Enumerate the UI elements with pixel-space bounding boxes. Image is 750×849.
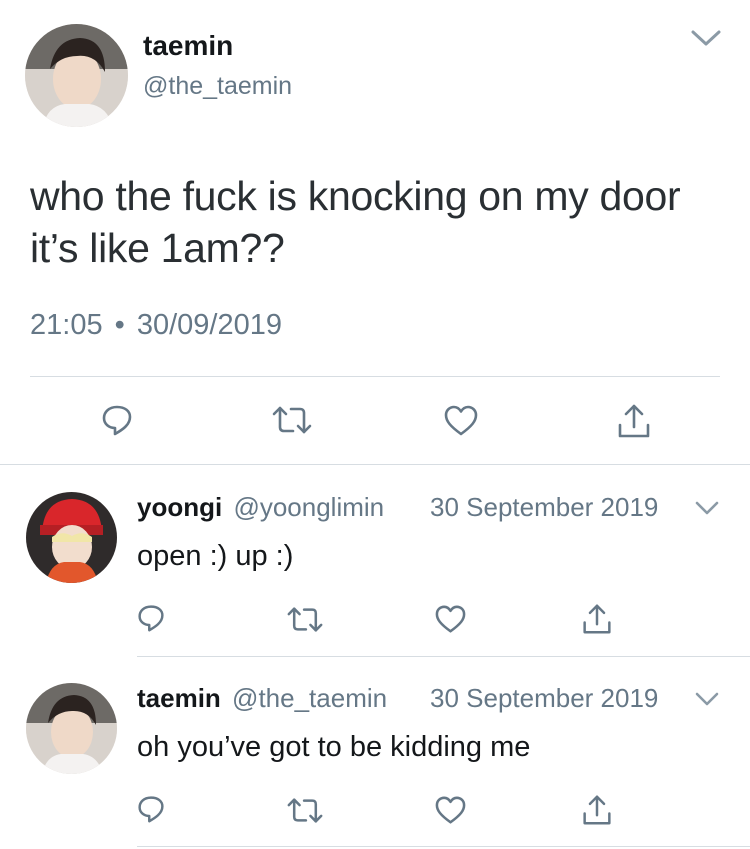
divider [0,464,750,465]
reply-text: oh you’ve got to be kidding me [137,731,531,763]
heart-icon[interactable] [435,796,466,825]
reply-date[interactable]: 30 September 2019 [430,683,658,714]
retweet-icon[interactable] [287,606,323,633]
tweet-timestamp: 21:05 • 30/09/2019 [30,309,282,342]
retweet-icon[interactable] [272,405,312,435]
reply-header: yoongi @yoonglimin [137,492,384,523]
heart-icon[interactable] [444,405,478,437]
avatar[interactable] [25,24,128,127]
author-name[interactable]: taemin [143,30,233,62]
chevron-down-icon[interactable] [694,500,720,516]
divider [137,656,750,657]
reply-author-name[interactable]: yoongi [137,492,222,522]
chevron-down-icon[interactable] [694,691,720,707]
tweet-text-line-2: it’s like 1am?? [30,225,285,271]
reply-date[interactable]: 30 September 2019 [430,492,658,523]
reply-icon[interactable] [101,404,133,436]
timestamp-separator: • [114,309,125,341]
retweet-icon[interactable] [287,797,323,824]
tweet-date: 30/09/2019 [136,309,283,341]
reply-icon[interactable] [137,604,165,632]
reply-author-handle[interactable]: @the_taemin [232,683,387,713]
reply-author-name[interactable]: taemin [137,683,221,713]
reply-author-handle[interactable]: @yoonglimin [233,492,384,522]
author-handle[interactable]: @the_taemin [143,72,292,101]
avatar-photo [26,492,117,583]
avatar-photo [25,24,128,127]
divider [137,846,750,847]
heart-icon[interactable] [435,605,466,634]
tweet-text-line-1: who the fuck is knocking on my door [30,173,681,219]
avatar[interactable] [26,492,117,583]
reply-icon[interactable] [137,795,165,823]
share-icon[interactable] [582,603,612,635]
avatar-photo [26,683,117,774]
reply-text: open :) up :) [137,540,294,572]
tweet-time: 21:05 [30,309,103,341]
chevron-down-icon[interactable] [690,28,722,48]
reply-header: taemin @the_taemin [137,683,387,714]
share-icon[interactable] [582,794,612,826]
share-icon[interactable] [617,403,651,439]
divider [30,376,720,377]
avatar[interactable] [26,683,117,774]
